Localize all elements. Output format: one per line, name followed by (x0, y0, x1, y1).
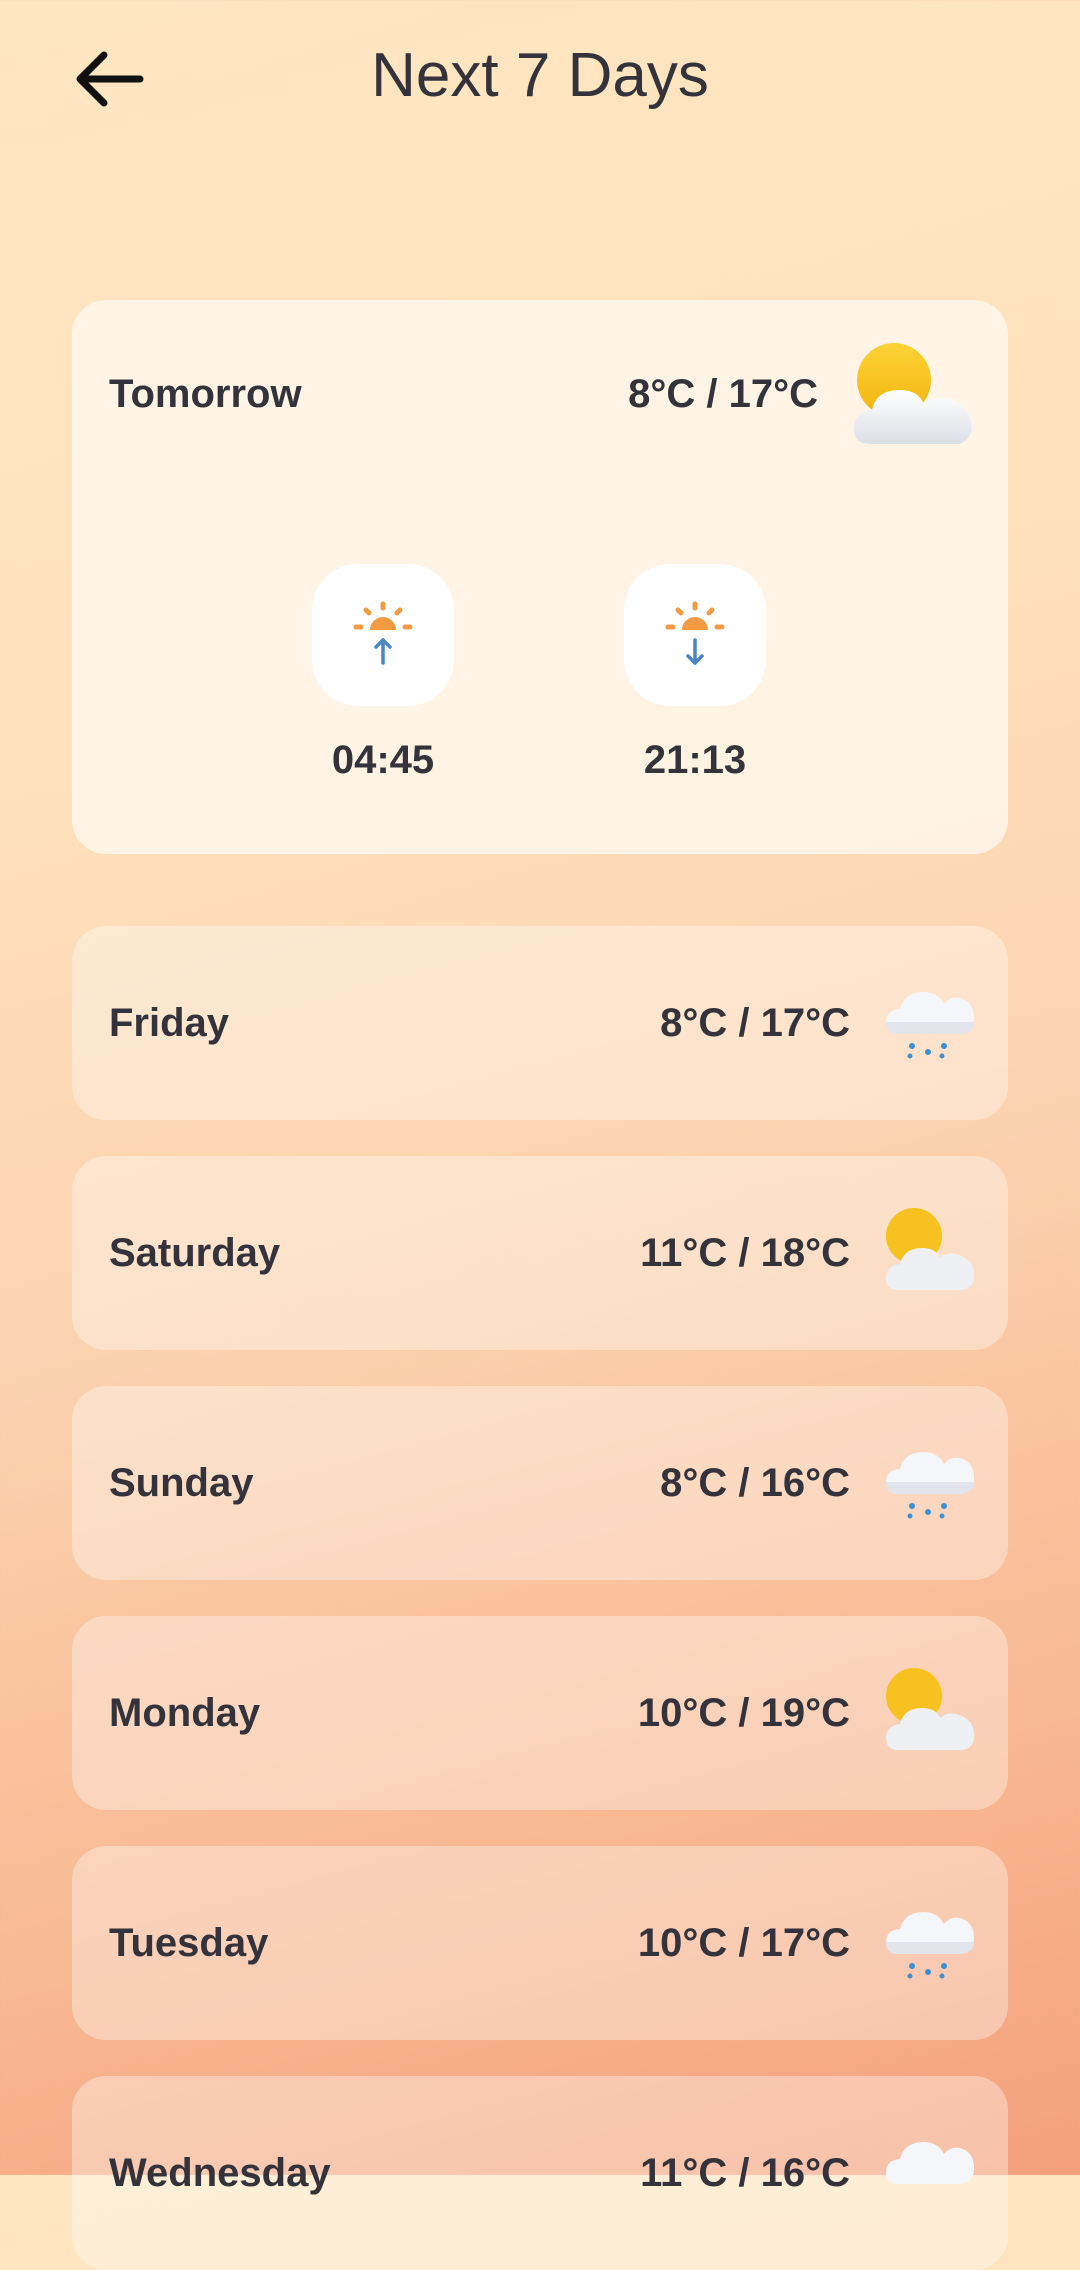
day-label: Tuesday (109, 1921, 269, 1965)
sunrise-icon (353, 601, 413, 665)
temperature-range: 8°C / 16°C (660, 1461, 850, 1505)
temperature-range: 11°C / 18°C (640, 1231, 850, 1275)
rain-cloud-icon (886, 1912, 974, 1979)
sunset-icon (665, 601, 725, 665)
sunset-time: 21:13 (643, 738, 747, 782)
day-row-sunday[interactable]: Sunday 8°C / 16°C (72, 1386, 1008, 1580)
partly-cloudy-icon (854, 343, 972, 444)
temperature-range: 10°C / 19°C (637, 1691, 850, 1735)
day-label: Monday (109, 1691, 261, 1735)
day-row-saturday[interactable]: Saturday 11°C / 18°C (72, 1156, 1008, 1350)
day-label: Saturday (109, 1231, 281, 1275)
partly-cloudy-icon (886, 1668, 975, 1750)
rain-cloud-icon (886, 1452, 974, 1519)
partly-cloudy-icon (886, 1208, 975, 1290)
tomorrow-card[interactable]: Tomorrow 8°C / 17°C 04:45 21:13 (72, 300, 1008, 854)
header: Next 7 Days (0, 0, 1080, 170)
temperature-range: 8°C / 17°C (628, 372, 818, 416)
page-title: Next 7 Days (371, 41, 709, 110)
day-label: Friday (109, 1001, 230, 1045)
day-row-monday[interactable]: Monday 10°C / 19°C (72, 1616, 1008, 1810)
sunrise-time: 04:45 (331, 738, 435, 782)
day-label: Sunday (109, 1461, 254, 1505)
day-label: Wednesday (109, 2151, 331, 2195)
rain-cloud-icon (886, 992, 974, 1059)
day-row-wednesday[interactable]: Wednesday 11°C / 16°C (72, 2076, 1008, 2270)
temperature-range: 8°C / 17°C (660, 1001, 850, 1045)
day-row-friday[interactable]: Friday 8°C / 17°C (72, 926, 1008, 1120)
sunrise-tile (312, 564, 454, 706)
temperature-range: 11°C / 16°C (640, 2151, 850, 2195)
day-row-tuesday[interactable]: Tuesday 10°C / 17°C (72, 1846, 1008, 2040)
sunset-tile (624, 564, 766, 706)
cloud-icon (886, 2142, 974, 2184)
temperature-range: 10°C / 17°C (637, 1921, 850, 1965)
day-label: Tomorrow (109, 372, 302, 416)
